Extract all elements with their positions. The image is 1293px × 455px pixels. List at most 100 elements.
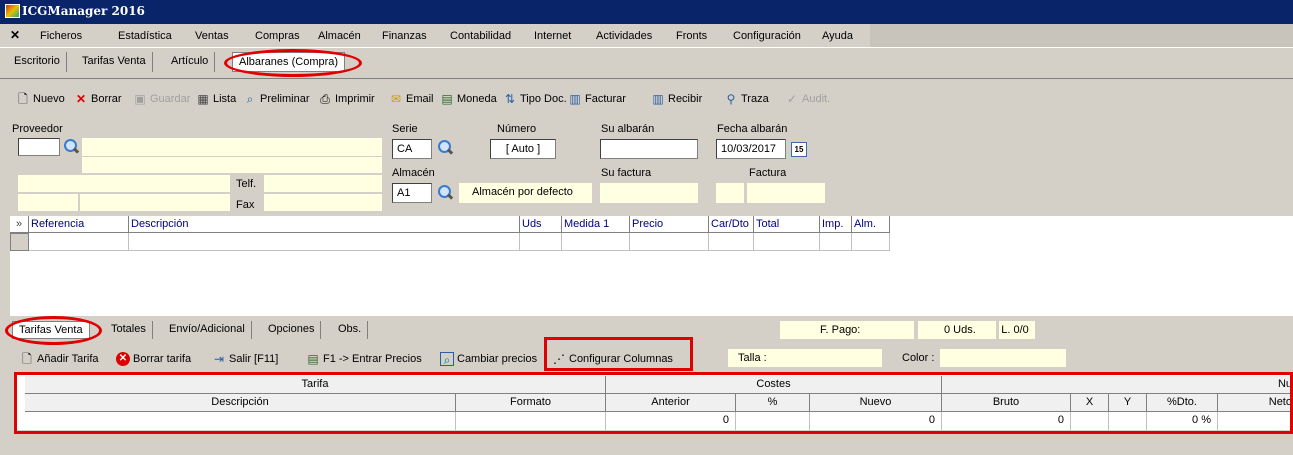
borrar-button[interactable]: ✕ Borrar: [74, 90, 122, 108]
audit-button[interactable]: ✓ Audit.: [785, 90, 830, 108]
col-uds[interactable]: Uds: [520, 216, 562, 233]
menu-contabilidad[interactable]: Contabilidad: [450, 30, 511, 42]
menu-finanzas[interactable]: Finanzas: [382, 30, 427, 42]
annotation-rect-tarifa-grid: [14, 372, 1293, 434]
tab-envio-adicional[interactable]: Envío/Adicional: [163, 321, 252, 339]
app-title: ICGManager 2016: [22, 4, 145, 18]
invoice-icon: ▥: [569, 92, 581, 106]
salir-button[interactable]: ⇥ Salir [F11]: [212, 350, 278, 368]
table-cell[interactable]: [820, 233, 852, 251]
tab-totales[interactable]: Totales: [105, 321, 153, 339]
menu-internet[interactable]: Internet: [534, 30, 571, 42]
col-precio[interactable]: Precio: [630, 216, 709, 233]
menu-bar-filler: [870, 24, 1293, 47]
doc-type-icon: ⇅: [504, 92, 516, 106]
table-cell[interactable]: [520, 233, 562, 251]
su-factura-label: Su factura: [601, 167, 652, 179]
serie-input[interactable]: CA: [392, 139, 432, 159]
email-button[interactable]: ✉ Email: [389, 90, 434, 108]
lista-button[interactable]: ▦ Lista: [196, 90, 236, 108]
close-icon[interactable]: ✕: [8, 28, 22, 42]
borrar-tarifa-button[interactable]: ✕ Borrar tarifa: [116, 350, 191, 368]
nuevo-button[interactable]: 🗋 Nuevo: [16, 90, 65, 108]
proveedor-code-input[interactable]: [18, 138, 60, 156]
audit-icon: ✓: [786, 92, 798, 106]
almacen-label: Almacén: [392, 167, 435, 179]
document-tabs: Escritorio Tarifas Venta Artículo Albara…: [0, 49, 1293, 77]
preview-icon: ⌕: [246, 92, 254, 106]
new-document-icon: 🗋: [22, 352, 32, 366]
menu-estadistica[interactable]: Estadística: [118, 30, 172, 42]
doc-tab-escritorio[interactable]: Escritorio: [8, 52, 67, 72]
col-referencia[interactable]: Referencia: [29, 216, 129, 233]
imprimir-button[interactable]: ⎙ Imprimir: [318, 90, 375, 108]
moneda-button[interactable]: ▤ Moneda: [440, 90, 496, 108]
traza-button[interactable]: ⚲ Traza: [724, 90, 769, 108]
search-serie-icon[interactable]: [436, 139, 454, 157]
calendar-icon[interactable]: 15: [791, 142, 807, 157]
tab-opciones[interactable]: Opciones: [262, 321, 322, 339]
table-cell[interactable]: [630, 233, 709, 251]
preliminar-button[interactable]: ⌕ Preliminar: [243, 90, 310, 108]
search-proveedor-icon[interactable]: [62, 138, 80, 156]
talla-field: Talla :: [728, 349, 882, 367]
col-car-dto[interactable]: Car/Dto: [709, 216, 754, 233]
col-descripcion[interactable]: Descripción: [129, 216, 520, 233]
menu-configuracion[interactable]: Configuración: [733, 30, 801, 42]
menu-compras[interactable]: Compras: [255, 30, 300, 42]
table-cell[interactable]: [129, 233, 520, 251]
fax-field: [264, 194, 382, 211]
facturar-button[interactable]: ▥ Facturar: [568, 90, 626, 108]
col-imp[interactable]: Imp.: [820, 216, 852, 233]
recibir-button[interactable]: ▥ Recibir: [651, 90, 702, 108]
annotation-ellipse-albaranes: [224, 49, 362, 77]
save-icon: ▣: [134, 92, 146, 106]
col-total[interactable]: Total: [754, 216, 820, 233]
tipo-doc-button[interactable]: ⇅ Tipo Doc.: [503, 90, 567, 108]
almacen-input[interactable]: A1: [392, 183, 432, 203]
fecha-albaran-input[interactable]: 10/03/2017: [716, 139, 786, 159]
exit-icon: ⇥: [213, 352, 225, 366]
anadir-tarifa-button[interactable]: 🗋 Añadir Tarifa: [20, 350, 98, 368]
color-field: [940, 349, 1066, 367]
tarifa-toolbar: 🗋 Añadir Tarifa ✕ Borrar tarifa ⇥ Salir [F1…: [0, 337, 1293, 372]
row-selector[interactable]: [10, 233, 29, 251]
factura-number-field: [747, 183, 825, 203]
doc-tab-articulo[interactable]: Artículo: [165, 52, 216, 72]
change-price-icon: ⌕: [440, 352, 454, 367]
trace-icon: ⚲: [726, 92, 736, 106]
col-medida1[interactable]: Medida 1: [562, 216, 630, 233]
su-albaran-input[interactable]: [600, 139, 698, 159]
cambiar-precios-button[interactable]: ⌕ Cambiar precios: [440, 350, 537, 368]
tab-obs[interactable]: Obs.: [332, 321, 369, 339]
currency-icon: ▤: [441, 92, 453, 106]
menu-ayuda[interactable]: Ayuda: [822, 30, 853, 42]
factura-label: Factura: [749, 167, 787, 179]
menu-actividades[interactable]: Actividades: [596, 30, 652, 42]
annotation-rect-configurar: [544, 337, 693, 371]
annotation-ellipse-tarifas-venta: [5, 316, 102, 345]
divider: [0, 78, 1293, 79]
table-cell[interactable]: [29, 233, 129, 251]
table-cell[interactable]: [562, 233, 630, 251]
col-alm[interactable]: Alm.: [852, 216, 890, 233]
receive-icon: ▥: [652, 92, 664, 106]
table-cell[interactable]: [852, 233, 890, 251]
entrar-precios-button[interactable]: ▤ F1 -> Entrar Precios: [306, 350, 421, 368]
list-icon: ▦: [197, 92, 209, 106]
doc-tab-tarifas-venta[interactable]: Tarifas Venta: [76, 52, 153, 72]
proveedor-city-field: [18, 175, 230, 192]
search-almacen-icon[interactable]: [436, 184, 454, 202]
su-albaran-label: Su albarán: [601, 123, 655, 135]
numero-input[interactable]: [ Auto ]: [490, 139, 556, 159]
menu-fronts[interactable]: Fronts: [676, 30, 707, 42]
menu-ficheros[interactable]: Ficheros: [40, 30, 82, 42]
guardar-button[interactable]: ▣ Guardar: [133, 90, 190, 108]
telf-field: [264, 175, 382, 192]
table-cell[interactable]: [754, 233, 820, 251]
table-cell[interactable]: [709, 233, 754, 251]
title-bar: ICGManager 2016: [0, 0, 1293, 24]
menu-ventas[interactable]: Ventas: [195, 30, 229, 42]
menu-almacen[interactable]: Almacén: [318, 30, 361, 42]
menu-bar: ✕ Ficheros Estadística Ventas Compras Al…: [0, 24, 1293, 48]
